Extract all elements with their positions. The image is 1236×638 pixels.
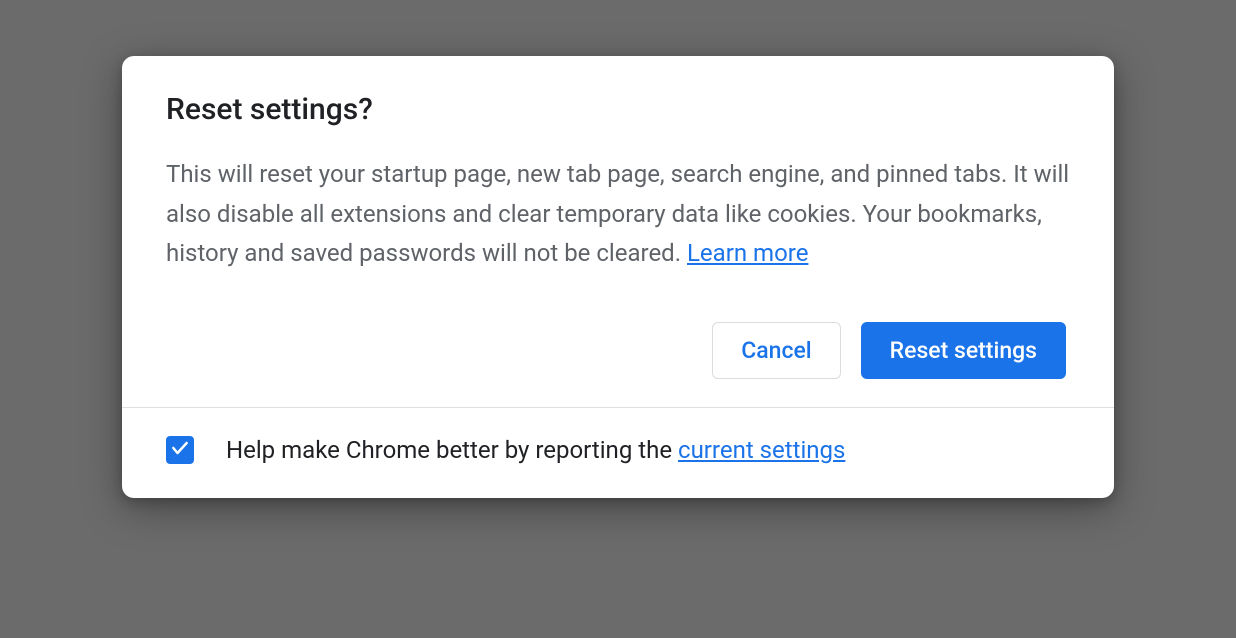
dialog-description: This will reset your startup page, new t… xyxy=(166,155,1070,274)
footer-text: Help make Chrome better by reporting the… xyxy=(226,436,845,464)
cancel-button[interactable]: Cancel xyxy=(712,322,840,379)
dialog-body: Reset settings? This will reset your sta… xyxy=(122,56,1114,407)
dialog-button-row: Cancel Reset settings xyxy=(166,322,1070,379)
footer-text-prefix: Help make Chrome better by reporting the xyxy=(226,436,678,464)
dialog-description-text: This will reset your startup page, new t… xyxy=(166,160,1069,267)
learn-more-link[interactable]: Learn more xyxy=(687,239,808,267)
reset-settings-dialog: Reset settings? This will reset your sta… xyxy=(122,56,1114,498)
report-settings-checkbox[interactable] xyxy=(166,436,194,464)
reset-settings-button[interactable]: Reset settings xyxy=(861,322,1066,379)
dialog-footer: Help make Chrome better by reporting the… xyxy=(122,407,1114,498)
current-settings-link[interactable]: current settings xyxy=(678,436,845,464)
check-icon xyxy=(170,438,190,462)
dialog-title: Reset settings? xyxy=(166,92,1070,127)
